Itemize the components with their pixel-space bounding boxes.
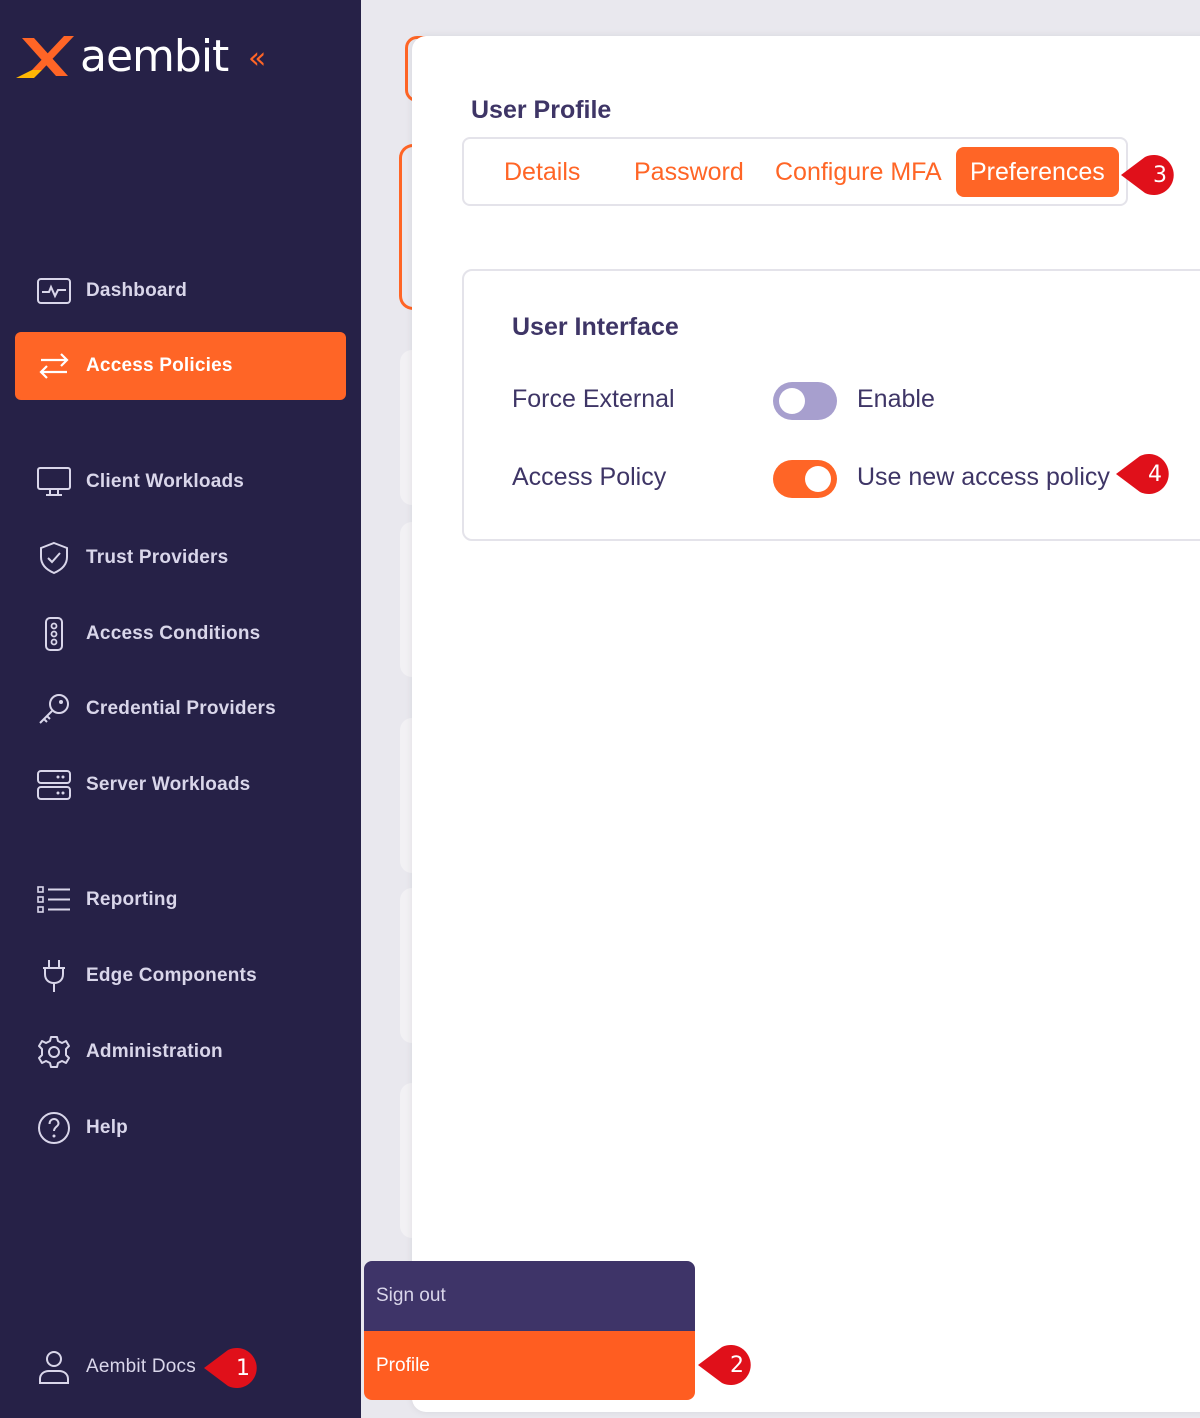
sidebar-item-label: Credential Providers <box>86 698 276 719</box>
callout-marker: 1 <box>204 1346 266 1390</box>
sidebar-item-label: Help <box>86 1117 128 1138</box>
sidebar: aembit « Dashboard Access Policies Clien… <box>0 0 361 1418</box>
tab-password[interactable]: Password <box>634 147 744 197</box>
callout-number: 1 <box>236 1355 250 1381</box>
callout-marker: 2 <box>698 1343 760 1387</box>
shield-check-icon <box>36 540 72 576</box>
access-policy-toggle[interactable] <box>773 460 837 498</box>
dashboard-icon <box>36 273 72 309</box>
user-icon <box>36 1349 72 1385</box>
sidebar-item-administration[interactable]: Administration <box>15 1018 346 1086</box>
sidebar-user[interactable]: Aembit Docs <box>15 1333 346 1401</box>
arrows-exchange-icon <box>36 348 72 384</box>
traffic-light-icon <box>36 616 72 652</box>
server-icon <box>36 767 72 803</box>
access-policy-label: Access Policy <box>512 463 667 491</box>
monitor-icon <box>36 464 72 500</box>
sidebar-item-label: Server Workloads <box>86 774 251 795</box>
sidebar-item-access-conditions[interactable]: Access Conditions <box>15 600 346 668</box>
sidebar-item-edge-components[interactable]: Edge Components <box>15 942 346 1010</box>
tab-preferences[interactable]: Preferences <box>956 147 1119 197</box>
sidebar-item-server-workloads[interactable]: Server Workloads <box>15 751 346 819</box>
sidebar-item-label: Edge Components <box>86 965 257 986</box>
key-icon <box>36 691 72 727</box>
callout-number: 4 <box>1148 461 1162 487</box>
user-menu: Sign out Profile <box>364 1261 695 1400</box>
tab-configure-mfa[interactable]: Configure MFA <box>775 147 942 197</box>
double-chevron-left-icon[interactable]: « <box>248 44 266 74</box>
sidebar-item-access-policies[interactable]: Access Policies <box>15 332 346 400</box>
sidebar-item-label: Administration <box>86 1041 223 1062</box>
user-interface-section: User Interface Force External Enable Acc… <box>462 269 1200 541</box>
sidebar-item-label: Dashboard <box>86 280 188 301</box>
toggle-knob <box>805 466 831 492</box>
sidebar-item-label: Reporting <box>86 889 178 910</box>
sidebar-item-label: Access Conditions <box>86 623 261 644</box>
aembit-logo[interactable]: aembit <box>14 31 229 82</box>
sidebar-item-label: Trust Providers <box>86 547 229 568</box>
profile-menu-item[interactable]: Profile <box>364 1331 695 1400</box>
sign-out-menu-item[interactable]: Sign out <box>364 1261 695 1331</box>
sidebar-item-reporting[interactable]: Reporting <box>15 866 346 934</box>
list-icon <box>36 882 72 918</box>
user-profile-dialog: User Profile Details Password Configure … <box>412 36 1200 1412</box>
callout-number: 2 <box>730 1352 744 1378</box>
sidebar-item-dashboard[interactable]: Dashboard <box>15 257 346 325</box>
sidebar-item-client-workloads[interactable]: Client Workloads <box>15 448 346 516</box>
plug-icon <box>36 958 72 994</box>
force-external-label: Force External <box>512 385 675 413</box>
toggle-knob <box>779 388 805 414</box>
force-external-toggle-text: Enable <box>857 385 935 413</box>
aembit-logo-icon <box>16 36 74 78</box>
profile-tabs: Details Password Configure MFA Preferenc… <box>462 137 1128 206</box>
section-title: User Interface <box>512 313 679 341</box>
sidebar-item-credential-providers[interactable]: Credential Providers <box>15 675 346 743</box>
app-name: aembit <box>80 31 229 82</box>
sidebar-item-label: Access Policies <box>86 355 233 376</box>
callout-marker: 3 <box>1121 153 1183 197</box>
help-icon <box>36 1110 72 1146</box>
gear-icon <box>36 1034 72 1070</box>
access-policy-toggle-text: Use new access policy <box>857 463 1110 491</box>
sidebar-user-label: Aembit Docs <box>86 1356 196 1377</box>
tab-details[interactable]: Details <box>504 147 580 197</box>
force-external-toggle[interactable] <box>773 382 837 420</box>
sidebar-item-label: Client Workloads <box>86 471 245 492</box>
callout-number: 3 <box>1153 162 1167 188</box>
sidebar-item-help[interactable]: Help <box>15 1094 346 1162</box>
sidebar-item-trust-providers[interactable]: Trust Providers <box>15 524 346 592</box>
callout-marker: 4 <box>1116 452 1178 496</box>
dialog-title: User Profile <box>471 96 612 124</box>
